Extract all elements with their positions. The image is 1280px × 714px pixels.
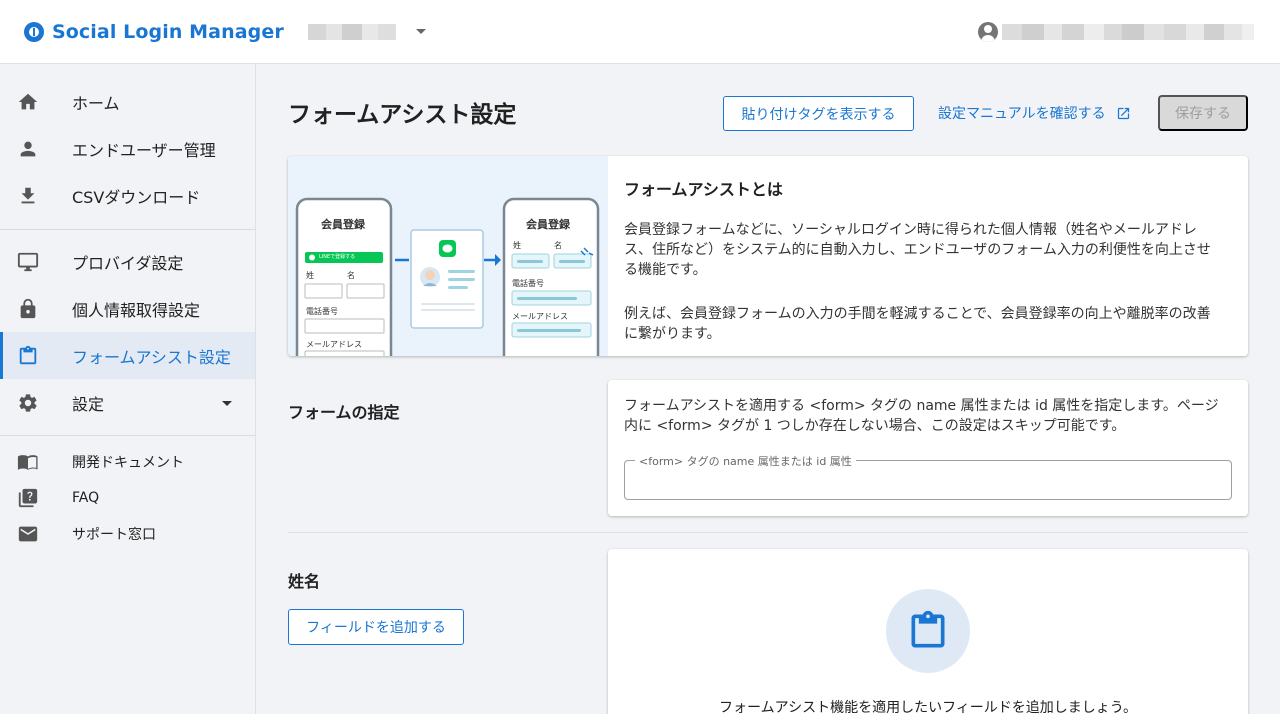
brand[interactable]: Social Login Manager bbox=[24, 21, 284, 43]
clipboard-icon bbox=[17, 345, 39, 367]
intro-card: 会員登録 LINEで登録する 姓 名 電話番号 メールアドレス 会員登録 姓 名… bbox=[288, 156, 1248, 356]
sidebar-item-label: エンドユーザー管理 bbox=[72, 140, 216, 160]
empty-state-badge bbox=[886, 589, 970, 673]
save-button[interactable]: 保存する bbox=[1158, 95, 1248, 131]
page-title: フォームアシスト設定 bbox=[288, 102, 517, 128]
sidebar-item-dev-docs[interactable]: 開発ドキュメント bbox=[0, 444, 255, 480]
sidebar-item-label: ホーム bbox=[72, 93, 120, 113]
user-email-redacted bbox=[1002, 24, 1254, 40]
chevron-down-icon bbox=[222, 400, 232, 406]
app-logo-icon bbox=[24, 21, 44, 42]
top-app-bar: Social Login Manager bbox=[0, 0, 1280, 64]
sidebar-item-csv-download[interactable]: CSVダウンロード bbox=[0, 172, 255, 219]
sidebar-item-faq[interactable]: FAQ bbox=[0, 480, 255, 516]
sidebar-divider bbox=[0, 229, 255, 230]
illustration-left-title: 会員登録 bbox=[321, 218, 365, 231]
user-menu[interactable] bbox=[978, 22, 1254, 42]
illustration-phone-label: 電話番号 bbox=[306, 307, 338, 316]
tenant-selector[interactable] bbox=[307, 23, 426, 40]
sidebar: ホーム エンドユーザー管理 CSVダウンロード プロバイダ設定 個人情報取得設定… bbox=[0, 64, 256, 714]
intro-paragraph-1: 会員登録フォームなどに、ソーシャルログイン時に得られた個人情報（姓名やメールアド… bbox=[624, 222, 1211, 278]
tenant-name-redacted bbox=[307, 23, 396, 40]
illustration-last-name-label: 姓 bbox=[306, 271, 314, 280]
sidebar-item-label: 開発ドキュメント bbox=[72, 455, 184, 471]
illustration-first-name-label: 名 bbox=[347, 271, 355, 280]
manual-link-label: 設定マニュアルを確認する bbox=[938, 106, 1106, 122]
clipboard-icon bbox=[911, 610, 945, 648]
person-icon bbox=[17, 138, 39, 160]
sidebar-item-label: 個人情報取得設定 bbox=[72, 300, 201, 320]
intro-title: フォームアシストとは bbox=[624, 180, 783, 199]
mail-icon bbox=[17, 523, 39, 545]
sidebar-item-label: フォームアシスト設定 bbox=[72, 347, 231, 367]
gear-icon bbox=[17, 392, 39, 414]
empty-state-text: フォームアシスト機能を適用したいフィールドを追加しましょう。 bbox=[719, 700, 1137, 714]
open-in-new-icon bbox=[1117, 107, 1129, 119]
illustration-email-label: メールアドレス bbox=[306, 340, 362, 349]
form-name-id-input[interactable] bbox=[625, 461, 1231, 499]
add-field-button[interactable]: フィールドを追加する bbox=[288, 609, 464, 645]
show-tag-button[interactable]: 貼り付けタグを表示する bbox=[723, 96, 914, 131]
empty-fields-card: フォームアシスト機能を適用したいフィールドを追加しましょう。 bbox=[608, 549, 1248, 714]
form-name-id-field[interactable]: <form> タグの name 属性または id 属性 bbox=[624, 453, 1232, 500]
form-section-label: フォームの指定 bbox=[288, 403, 400, 422]
sidebar-item-label: CSVダウンロード bbox=[72, 187, 201, 207]
sidebar-item-personal-info-settings[interactable]: 個人情報取得設定 bbox=[0, 285, 255, 332]
form-setting-card: フォームアシストを適用する <form> タグの name 属性または id 属… bbox=[608, 380, 1248, 516]
sidebar-item-label: FAQ bbox=[72, 490, 100, 506]
name-section-label: 姓名 bbox=[288, 572, 321, 591]
illustration-right-email-label: メールアドレス bbox=[512, 312, 568, 321]
help-icon bbox=[17, 487, 39, 509]
monitor-icon bbox=[17, 251, 39, 273]
sidebar-item-provider-settings[interactable]: プロバイダ設定 bbox=[0, 238, 255, 285]
sidebar-item-form-assist[interactable]: フォームアシスト設定 bbox=[0, 332, 255, 379]
intro-text: フォームアシストとは 会員登録フォームなどに、ソーシャルログイン時に得られた個人… bbox=[624, 176, 1224, 356]
manual-link[interactable]: 設定マニュアルを確認する bbox=[938, 103, 1131, 123]
sidebar-item-label: サポート窓口 bbox=[72, 527, 156, 543]
illustration-right-last-name-label: 姓 bbox=[513, 241, 521, 250]
app-name: Social Login Manager bbox=[52, 20, 284, 43]
sidebar-item-label: 設定 bbox=[72, 394, 105, 414]
illustration-line-button-label: LINEで登録する bbox=[319, 254, 356, 260]
sidebar-item-support[interactable]: サポート窓口 bbox=[0, 516, 255, 552]
sidebar-divider bbox=[0, 435, 255, 436]
sidebar-item-end-users[interactable]: エンドユーザー管理 bbox=[0, 125, 255, 172]
account-circle-icon bbox=[978, 22, 998, 42]
illustration-right-title: 会員登録 bbox=[526, 218, 570, 231]
section-divider bbox=[288, 532, 1248, 533]
sidebar-item-home[interactable]: ホーム bbox=[0, 78, 255, 125]
form-description: フォームアシストを適用する <form> タグの name 属性または id 属… bbox=[624, 398, 1219, 434]
sidebar-item-label: プロバイダ設定 bbox=[72, 253, 184, 273]
sidebar-item-settings[interactable]: 設定 bbox=[0, 379, 255, 426]
intro-paragraph-2: 例えば、会員登録フォームの入力の手間を軽減することで、会員登録率の向上や離脱率の… bbox=[624, 306, 1211, 342]
lock-icon bbox=[17, 298, 39, 320]
illustration-right-phone-label: 電話番号 bbox=[512, 279, 544, 288]
book-icon bbox=[17, 451, 39, 473]
chevron-down-icon bbox=[415, 29, 426, 34]
form-assist-illustration: 会員登録 LINEで登録する 姓 名 電話番号 メールアドレス 会員登録 姓 名… bbox=[288, 156, 608, 356]
home-icon bbox=[17, 91, 39, 113]
download-icon bbox=[17, 185, 39, 207]
illustration-right-first-name-label: 名 bbox=[554, 241, 562, 250]
